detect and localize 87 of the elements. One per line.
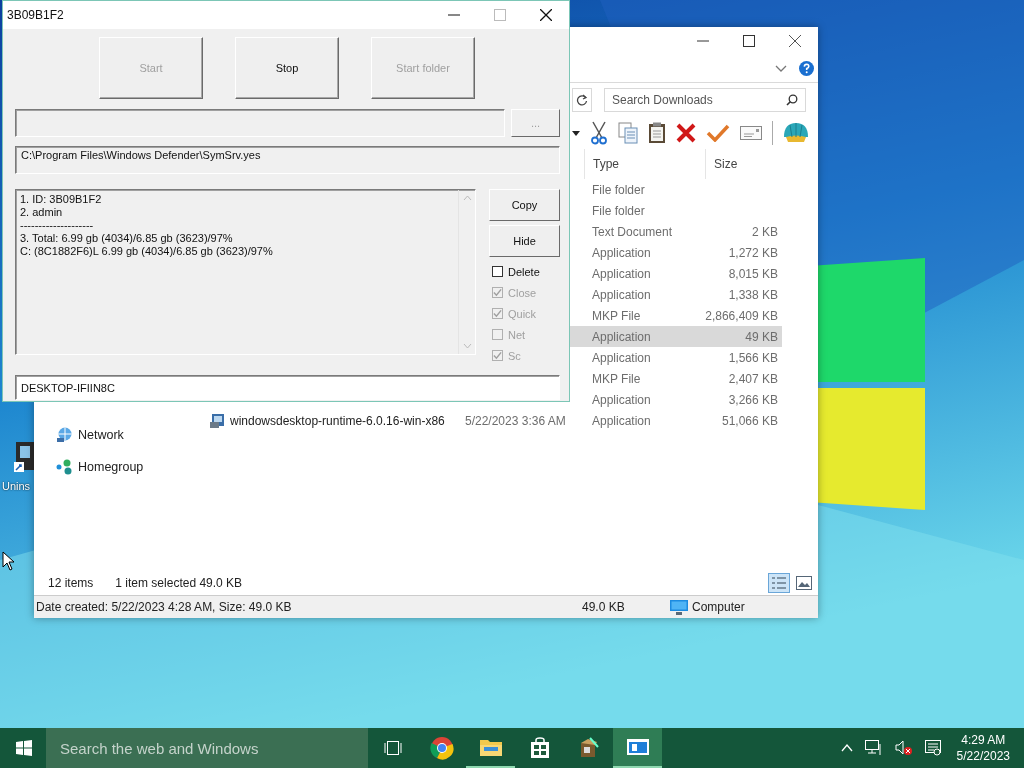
log-line: 1. ID: 3B09B1F2: [20, 193, 103, 206]
file-type: Application: [592, 350, 651, 365]
close-icon[interactable]: [540, 9, 552, 21]
shopping-bag-icon[interactable]: [529, 737, 550, 759]
file-date: 5/22/2023 3:36 AM: [465, 413, 566, 428]
item-count: 12 items: [48, 576, 94, 590]
file-size: 2,407 KB: [728, 371, 778, 386]
file-type: Application: [592, 266, 651, 281]
file-type: MKP File: [592, 371, 641, 386]
computer-icon: [670, 599, 688, 615]
refresh-button[interactable]: [572, 88, 592, 112]
shortcut-icon[interactable]: [14, 440, 34, 474]
log-line: --------------------: [20, 219, 95, 232]
network-icon[interactable]: [864, 740, 883, 756]
file-size: 2 KB: [752, 224, 778, 239]
file-type: Text Document: [592, 224, 673, 239]
checkmark-icon: [493, 309, 502, 318]
input-field[interactable]: [15, 109, 505, 137]
envelope-icon[interactable]: [740, 126, 762, 140]
clipboard-icon[interactable]: [648, 122, 666, 144]
browser-icon[interactable]: [429, 736, 454, 760]
muted-speaker-icon[interactable]: [894, 740, 913, 756]
window-app-icon[interactable]: [626, 739, 649, 755]
thumbnail-view-icon[interactable]: [796, 576, 812, 590]
clock-time[interactable]: 4:29 AM: [961, 732, 1006, 748]
sidebar-item[interactable]: Network: [34, 419, 190, 451]
file-type: Application: [592, 392, 651, 407]
cursor-icon: [2, 551, 15, 571]
file-size: 8,015 KB: [728, 266, 778, 281]
caret-icon[interactable]: [572, 130, 580, 136]
side-button[interactable]: Hide: [489, 225, 560, 257]
file-size: 1,566 KB: [728, 350, 778, 365]
log-line: 3. Total: 6.99 gb (4034)/6.85 gb (3623)/97%: [20, 232, 234, 245]
file-type: Application: [592, 287, 651, 302]
shell-icon[interactable]: [783, 122, 809, 144]
desktop-icon-label[interactable]: Unins: [2, 480, 31, 492]
maximize-icon[interactable]: [743, 35, 755, 47]
column-header[interactable]: Type: [584, 149, 705, 179]
path-field[interactable]: C:\Program Files\Windows Defender\SymSrv.yes: [15, 146, 560, 174]
checkmark-icon: [493, 351, 502, 360]
selection-info: 1 item selected 49.0 KB: [115, 576, 243, 590]
file-type: MKP File: [592, 308, 641, 323]
chevron-down-icon[interactable]: [775, 64, 787, 73]
window-title: 3B09B1F2: [7, 8, 64, 22]
file-type: Application: [592, 329, 651, 344]
checkmark-icon[interactable]: [706, 124, 730, 142]
details-text: Date created: 5/22/2023 4:28 AM, Size: 49.0 KB: [36, 600, 293, 614]
side-button[interactable]: Copy: [489, 189, 560, 221]
action-button[interactable]: Stop: [235, 37, 339, 99]
file-size: 51,066 KB: [721, 413, 778, 428]
chevron-up-icon[interactable]: [840, 744, 853, 752]
scissors-icon[interactable]: [590, 121, 608, 145]
log-line: C: (8C1882F6)L 6.99 gb (4034)/6.85 gb (3623)/97%: [20, 245, 274, 258]
file-type: File folder: [592, 182, 645, 197]
column-header[interactable]: Size: [705, 149, 785, 179]
file-name: windowsdesktop-runtime-6.0.16-win-x86: [230, 413, 445, 428]
help-icon[interactable]: [799, 61, 814, 76]
start-icon[interactable]: [16, 740, 32, 756]
delete-icon[interactable]: [676, 123, 696, 143]
notification-icon[interactable]: [924, 740, 941, 756]
file-type: Application: [592, 413, 651, 428]
sidebar-item[interactable]: Homegroup: [34, 451, 190, 483]
file-size: 1,338 KB: [728, 287, 778, 302]
checkmark-icon: [493, 288, 502, 297]
installer-icon: [210, 412, 226, 429]
taskbar-search-field[interactable]: Search the web and Windows: [46, 728, 368, 768]
homegroup-icon: [56, 459, 74, 475]
computer-name-field[interactable]: DESKTOP-IFIIN8C: [15, 375, 560, 400]
file-size: 1,272 KB: [728, 245, 778, 260]
network-icon: [56, 427, 74, 443]
clock-date[interactable]: 5/22/2023: [956, 748, 1010, 764]
task-view-icon[interactable]: [383, 741, 402, 755]
refresh-icon[interactable]: [576, 94, 588, 106]
log-line: 2. admin: [20, 206, 64, 219]
file-size: 3,266 KB: [728, 392, 778, 407]
search-icon[interactable]: [786, 94, 798, 106]
details-size: 49.0 KB: [582, 600, 626, 614]
location-label: Computer: [692, 600, 745, 614]
file-size: 49 KB: [745, 329, 778, 344]
file-row[interactable]: windowsdesktop-runtime-6.0.16-win-x86 5/22/2023 3:36 AM Application 51,066 KB: [190, 410, 782, 431]
search-field[interactable]: Search Downloads: [604, 88, 806, 112]
log-text-area[interactable]: 1. ID: 3B09B1F2 2. admin -------------------- 3. Total: 6.99 gb (4034)/6.85 gb (3623)/97% C: (8C1882F6)L 6.99 gb (4034)/6.85 gb (3623)/97%: [15, 189, 476, 355]
folder-icon[interactable]: [479, 738, 502, 756]
close-icon[interactable]: [789, 35, 801, 47]
option-checkbox[interactable]: Delete: [489, 261, 560, 282]
file-type: Application: [592, 245, 651, 260]
file-size: 2,866,409 KB: [705, 308, 778, 323]
